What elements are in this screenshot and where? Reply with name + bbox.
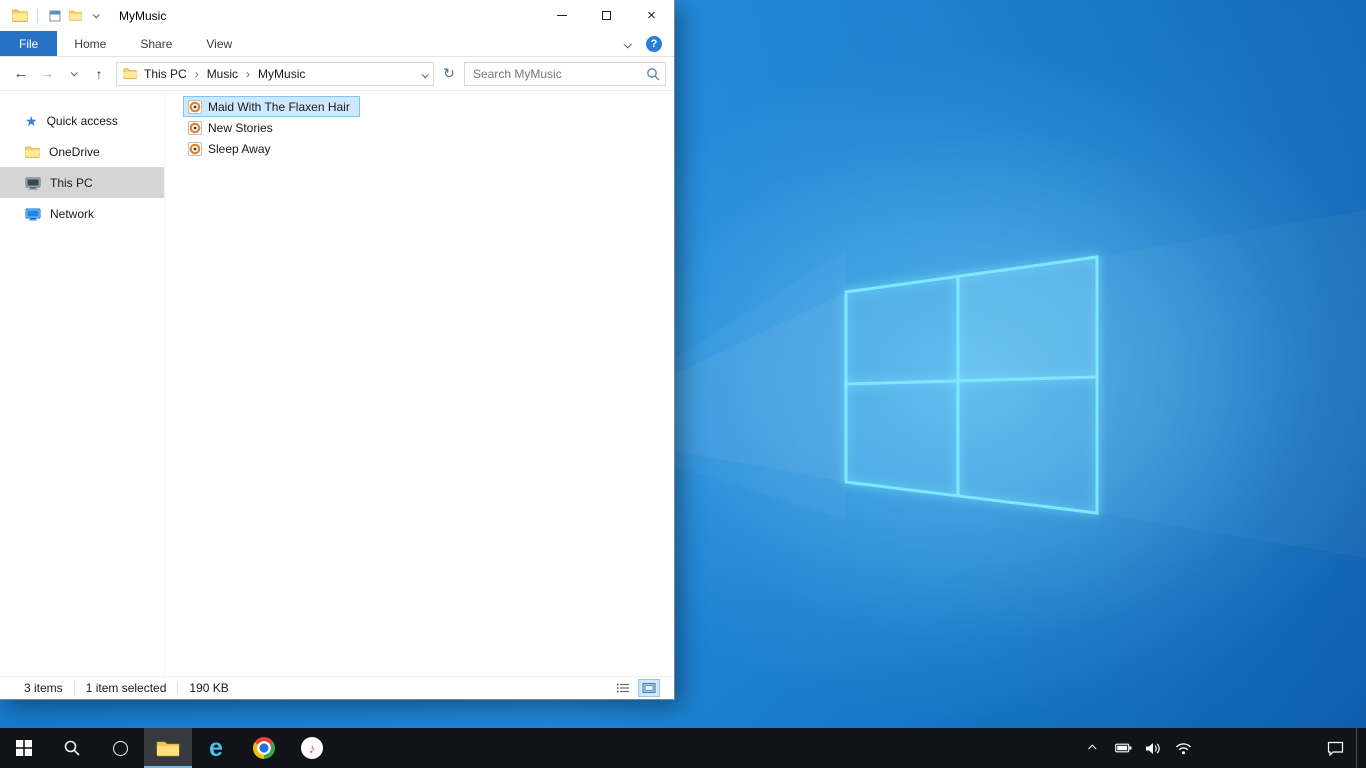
file-list: Maid With The Flaxen Hair New Stories Sl… bbox=[165, 91, 674, 676]
window-title: MyMusic bbox=[119, 8, 167, 23]
sidebar-item-onedrive[interactable]: OneDrive bbox=[0, 136, 164, 167]
volume-icon[interactable] bbox=[1140, 728, 1166, 768]
network-monitor-icon bbox=[25, 207, 41, 221]
status-size: 190 KB bbox=[189, 681, 229, 695]
file-row[interactable]: Sleep Away bbox=[183, 138, 281, 159]
this-pc-monitor-icon bbox=[25, 176, 41, 190]
status-separator bbox=[177, 681, 179, 695]
help-icon[interactable]: ? bbox=[646, 35, 662, 52]
sidebar-item-quick-access[interactable]: ★ Quick access bbox=[0, 105, 164, 136]
tab-share[interactable]: Share bbox=[123, 31, 189, 56]
address-bar[interactable]: This PC › Music › MyMusic bbox=[116, 61, 434, 86]
search-input[interactable] bbox=[465, 62, 641, 85]
address-dropdown-icon[interactable] bbox=[421, 67, 429, 81]
status-bar: 3 items 1 item selected 190 KB bbox=[0, 676, 674, 699]
recent-locations-chevron-icon[interactable] bbox=[60, 61, 86, 87]
onedrive-folder-icon bbox=[25, 146, 40, 158]
close-button[interactable]: × bbox=[629, 0, 674, 31]
action-center-icon[interactable] bbox=[1318, 728, 1352, 768]
breadcrumb-segment-this-pc[interactable]: This PC bbox=[137, 67, 194, 81]
system-tray bbox=[1080, 728, 1366, 768]
sidebar-item-label: OneDrive bbox=[49, 144, 100, 159]
app-folder-icon[interactable] bbox=[10, 5, 30, 27]
details-view-button[interactable] bbox=[612, 679, 634, 697]
file-name: Sleep Away bbox=[208, 141, 271, 156]
file-name: New Stories bbox=[208, 120, 273, 135]
tab-view[interactable]: View bbox=[189, 31, 249, 56]
file-explorer-taskbar-button[interactable] bbox=[144, 728, 192, 768]
status-separator bbox=[73, 681, 75, 695]
show-desktop-strip[interactable] bbox=[1356, 728, 1362, 768]
sidebar-item-label: Quick access bbox=[46, 113, 118, 128]
qat-properties-icon[interactable] bbox=[45, 5, 65, 27]
ribbon-expand-chevron-icon[interactable] bbox=[623, 37, 632, 51]
file-explorer-icon bbox=[156, 741, 180, 757]
itunes-icon: ♪ bbox=[301, 737, 323, 759]
chrome-icon bbox=[253, 737, 275, 759]
cortana-circle-icon bbox=[112, 740, 128, 756]
desktop: MyMusic × File Home Share View ? ← → ↑ T… bbox=[0, 0, 1366, 768]
windows-flag-icon bbox=[16, 740, 32, 756]
file-row[interactable]: New Stories bbox=[183, 117, 283, 138]
minimize-button[interactable] bbox=[539, 0, 584, 31]
qat-customize-chevron-icon[interactable] bbox=[85, 5, 105, 27]
back-button[interactable]: ← bbox=[8, 61, 34, 87]
quick-access-star-icon: ★ bbox=[25, 112, 38, 129]
status-item-count: 3 items bbox=[24, 681, 63, 695]
search-icon bbox=[64, 740, 80, 756]
battery-icon[interactable] bbox=[1110, 728, 1136, 768]
tab-home[interactable]: Home bbox=[57, 31, 123, 56]
qat-new-folder-icon[interactable] bbox=[65, 5, 85, 27]
itunes-taskbar-button[interactable]: ♪ bbox=[288, 728, 336, 768]
sidebar-item-label: Network bbox=[50, 206, 95, 221]
cortana-button[interactable] bbox=[96, 728, 144, 768]
sidebar: ★ Quick access OneDrive This PC Network bbox=[0, 91, 165, 676]
maximize-button[interactable] bbox=[584, 0, 629, 31]
sidebar-item-this-pc[interactable]: This PC bbox=[0, 167, 164, 198]
refresh-icon[interactable]: ↻ bbox=[437, 62, 461, 86]
music-file-icon bbox=[187, 120, 203, 136]
sidebar-item-network[interactable]: Network bbox=[0, 198, 164, 229]
show-hidden-icons-chevron-icon[interactable] bbox=[1080, 728, 1106, 768]
tab-file[interactable]: File bbox=[0, 31, 58, 56]
qat-separator bbox=[37, 8, 38, 23]
chrome-taskbar-button[interactable] bbox=[240, 728, 288, 768]
up-button[interactable]: ↑ bbox=[86, 61, 112, 87]
taskbar: e ♪ bbox=[0, 728, 1366, 768]
ribbon-tabs: File Home Share View ? bbox=[0, 31, 674, 57]
breadcrumb-segment-mymusic[interactable]: MyMusic bbox=[251, 67, 312, 81]
sidebar-item-label: This PC bbox=[50, 175, 93, 190]
music-file-icon bbox=[187, 141, 203, 157]
search-button[interactable] bbox=[48, 728, 96, 768]
internet-explorer-icon: e bbox=[209, 733, 223, 762]
navigation-bar: ← → ↑ This PC › Music › MyMusic ↻ bbox=[0, 57, 674, 91]
titlebar: MyMusic × bbox=[0, 0, 674, 31]
minimize-icon bbox=[556, 15, 567, 16]
address-folder-icon bbox=[123, 68, 137, 79]
maximize-icon bbox=[602, 11, 611, 20]
large-icons-view-button[interactable] bbox=[638, 679, 660, 697]
start-button[interactable] bbox=[0, 728, 48, 768]
file-name: Maid With The Flaxen Hair bbox=[208, 99, 350, 114]
search-box[interactable] bbox=[464, 61, 666, 86]
search-icon[interactable] bbox=[641, 63, 665, 85]
music-file-icon bbox=[187, 99, 203, 115]
window-controls: × bbox=[539, 0, 674, 31]
forward-button[interactable]: → bbox=[34, 61, 60, 87]
explorer-window: MyMusic × File Home Share View ? ← → ↑ T… bbox=[0, 0, 675, 700]
window-body: ★ Quick access OneDrive This PC Network … bbox=[0, 91, 674, 676]
wifi-icon[interactable] bbox=[1170, 728, 1196, 768]
file-row[interactable]: Maid With The Flaxen Hair bbox=[183, 96, 360, 117]
internet-explorer-taskbar-button[interactable]: e bbox=[192, 728, 240, 768]
status-selection: 1 item selected bbox=[85, 681, 167, 695]
breadcrumb-segment-music[interactable]: Music bbox=[200, 67, 245, 81]
